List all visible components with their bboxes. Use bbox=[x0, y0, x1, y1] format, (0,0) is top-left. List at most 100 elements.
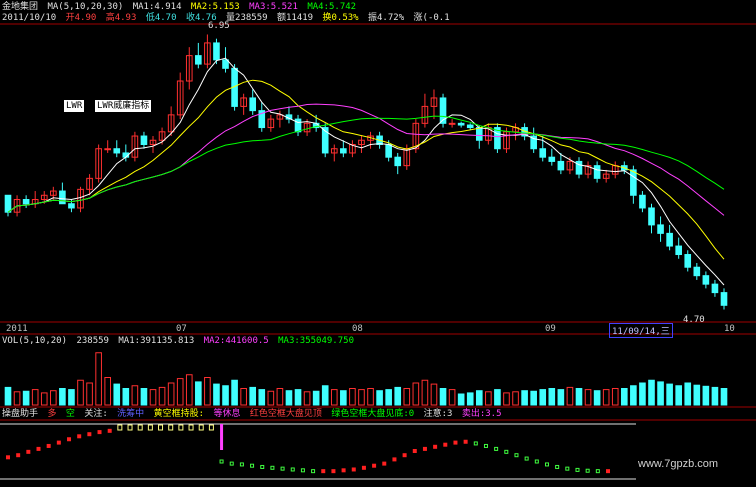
volume-bar bbox=[430, 383, 438, 406]
volume-bar bbox=[394, 386, 402, 406]
ind-mark-green bbox=[311, 469, 316, 474]
volume-bar bbox=[475, 390, 483, 406]
ind-box-yellow bbox=[127, 424, 133, 431]
candle-body bbox=[720, 292, 728, 306]
x-tick-09: 09 bbox=[545, 324, 556, 334]
volume-bar bbox=[684, 382, 692, 406]
ind-mark-green bbox=[585, 468, 590, 473]
ind-mark-red bbox=[463, 439, 468, 444]
volume-bar bbox=[566, 386, 574, 406]
ind-box-yellow bbox=[168, 424, 174, 431]
ind-box-yellow bbox=[208, 424, 214, 431]
volume-bar bbox=[222, 385, 229, 406]
ind-mark-red bbox=[606, 469, 610, 474]
volume-bar bbox=[294, 389, 302, 406]
candle-body bbox=[675, 245, 682, 256]
ind-mark-red bbox=[67, 437, 72, 442]
vol-ma3: MA3:355049.750 bbox=[278, 336, 354, 346]
candle-body bbox=[711, 283, 719, 294]
volume-bar bbox=[50, 390, 57, 406]
indicator-name: 操盘助手 bbox=[2, 409, 39, 419]
candle-body bbox=[639, 194, 646, 209]
candle-body bbox=[140, 135, 148, 145]
candle-body bbox=[195, 55, 202, 65]
volume-bar bbox=[503, 392, 510, 406]
candle-body bbox=[693, 266, 701, 277]
x-tick-07: 07 bbox=[176, 324, 187, 334]
candle-body bbox=[385, 143, 392, 158]
item5-label: 绿色空框大盘见底:0 bbox=[331, 409, 415, 419]
ind-mark-green bbox=[270, 465, 275, 470]
volume-bar bbox=[466, 392, 474, 406]
volume-bar bbox=[68, 389, 75, 406]
candle-body bbox=[294, 118, 302, 133]
watermark: www.7gpzb.com bbox=[638, 458, 719, 470]
volume-bar bbox=[557, 389, 565, 406]
volume-bar bbox=[285, 390, 293, 406]
volume-bar bbox=[367, 388, 374, 406]
ind-mark-red bbox=[351, 467, 356, 472]
item2-label: 黄空框持股: bbox=[153, 409, 205, 419]
ind-mark-green bbox=[575, 467, 580, 472]
volume-bar bbox=[358, 389, 365, 406]
ind-mark-red bbox=[443, 442, 448, 447]
ind-box-yellow bbox=[188, 424, 194, 431]
ind-mark-red bbox=[392, 457, 397, 462]
volume-bar bbox=[403, 388, 411, 406]
guanzhu-label: 关注: bbox=[84, 409, 108, 419]
volume-bar bbox=[231, 379, 238, 406]
volume-bar bbox=[213, 383, 220, 406]
ind-spike-bar bbox=[220, 424, 224, 450]
volume-bar bbox=[448, 389, 456, 406]
volume-bar bbox=[530, 390, 537, 406]
stock-chart-window: 金地集团 MA(5,10,20,30) MA1:4.914 MA2:5.153 … bbox=[0, 0, 756, 487]
ma1-line bbox=[7, 57, 725, 286]
ind-box-yellow bbox=[147, 424, 153, 431]
volume-bar bbox=[376, 390, 383, 406]
volume-bar bbox=[104, 377, 112, 406]
ind-box-yellow bbox=[198, 424, 204, 431]
candle-body bbox=[475, 127, 483, 141]
volume-bar bbox=[602, 389, 610, 406]
ind-mark-red bbox=[361, 465, 366, 470]
ind-mark-green bbox=[565, 466, 570, 471]
x-tick-08: 08 bbox=[352, 324, 363, 334]
volume-bar bbox=[711, 386, 719, 406]
volume-bar bbox=[95, 352, 102, 406]
candle-body bbox=[702, 275, 710, 285]
volume-bar bbox=[720, 388, 728, 406]
candle-body bbox=[457, 122, 465, 126]
ind-mark-red bbox=[77, 434, 82, 439]
ind-mark-red bbox=[433, 444, 438, 449]
volume-bar bbox=[249, 386, 257, 406]
volume-bar bbox=[267, 390, 275, 406]
volume-bar bbox=[312, 390, 320, 406]
lwr-label: LWR bbox=[64, 100, 85, 112]
ind-mark-red bbox=[56, 440, 61, 445]
volume-bar bbox=[195, 381, 202, 406]
volume-bar bbox=[86, 382, 93, 406]
indicator-header: 操盘助手 多 空 关注: 洗筹中 黄空框持股: 等休息 红色空框大盘见顶 绿色空… bbox=[2, 409, 506, 419]
volume-bar bbox=[666, 383, 673, 406]
candle-body bbox=[466, 124, 474, 129]
volume-bar bbox=[611, 388, 619, 406]
ind-mark-red bbox=[46, 443, 51, 448]
ind-mark-red bbox=[87, 432, 92, 437]
peak-price-label: 6.95 bbox=[208, 21, 230, 31]
candle-body bbox=[648, 207, 655, 226]
x-tick-10: 10 bbox=[724, 324, 735, 334]
volume-bar bbox=[240, 388, 247, 406]
candle-body bbox=[104, 148, 112, 151]
volume-bar bbox=[457, 393, 465, 406]
volume-bar bbox=[648, 379, 655, 406]
candle-body bbox=[657, 224, 664, 234]
candle-body bbox=[394, 156, 402, 167]
volume-bar bbox=[13, 391, 21, 406]
ind-mark-green bbox=[290, 467, 295, 472]
date-cursor-box: 11/09/14,三 bbox=[609, 323, 673, 338]
ind-mark-green bbox=[219, 459, 224, 464]
candle-body bbox=[68, 203, 75, 209]
candle-body bbox=[539, 148, 547, 158]
ind-mark-red bbox=[16, 453, 21, 458]
volume-bar bbox=[204, 377, 211, 406]
